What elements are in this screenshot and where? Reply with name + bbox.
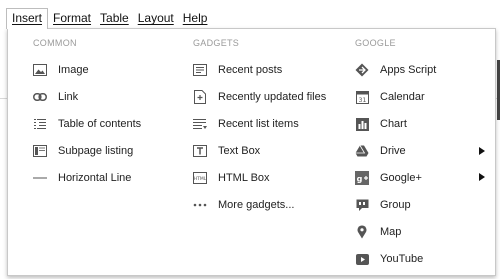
insert-html-box-item[interactable]: HTML HTML Box xyxy=(193,168,270,188)
drive-icon xyxy=(355,144,369,158)
insert-recently-updated-files-label: Recently updated files xyxy=(218,91,327,103)
recent-list-items-icon xyxy=(193,117,207,131)
menu-layout[interactable]: Layout xyxy=(134,9,178,27)
more-gadgets-label: More gadgets... xyxy=(218,199,295,211)
svg-text:g: g xyxy=(357,175,363,184)
calendar-icon: 31 xyxy=(355,90,369,104)
insert-recent-list-items-item[interactable]: Recent list items xyxy=(193,114,299,134)
insert-group-label: Group xyxy=(380,199,411,211)
google-plus-icon: g xyxy=(355,171,369,185)
recent-posts-icon xyxy=(193,63,207,77)
insert-apps-script-label: Apps Script xyxy=(380,64,437,76)
recently-updated-files-icon xyxy=(193,90,207,104)
more-gadgets-item[interactable]: More gadgets... xyxy=(193,195,294,215)
insert-map-label: Map xyxy=(380,226,402,238)
horizontal-line-icon xyxy=(33,171,47,185)
google-plus-submenu-arrow-icon xyxy=(479,173,485,181)
common-header: COMMON xyxy=(33,38,77,48)
insert-recent-list-items-label: Recent list items xyxy=(218,118,299,130)
svg-text:HTML: HTML xyxy=(194,176,207,182)
insert-image-item[interactable]: Image xyxy=(33,60,89,80)
text-box-icon xyxy=(193,144,207,158)
table-of-contents-icon xyxy=(33,117,47,131)
insert-calendar-label: Calendar xyxy=(380,91,425,103)
menu-bar: Insert Format Table Layout Help xyxy=(6,7,212,29)
insert-table-of-contents-label: Table of contents xyxy=(58,118,142,130)
insert-html-box-label: HTML Box xyxy=(218,172,270,184)
subpage-listing-icon xyxy=(33,144,47,158)
menu-insert[interactable]: Insert xyxy=(6,7,49,29)
insert-chart-label: Chart xyxy=(380,118,407,130)
html-box-icon: HTML xyxy=(193,171,207,185)
insert-google-plus-label: Google+ xyxy=(380,172,422,184)
menu-format[interactable]: Format xyxy=(49,9,95,27)
chart-icon xyxy=(355,117,369,131)
insert-drive-item[interactable]: Drive xyxy=(355,141,406,161)
insert-apps-script-item[interactable]: Apps Script xyxy=(355,60,436,80)
insert-drive-label: Drive xyxy=(380,145,406,157)
youtube-icon xyxy=(355,252,369,266)
group-icon xyxy=(355,198,369,212)
insert-text-box-label: Text Box xyxy=(218,145,261,157)
svg-text:31: 31 xyxy=(358,97,366,104)
insert-recent-posts-label: Recent posts xyxy=(218,64,283,76)
map-icon xyxy=(355,225,369,239)
insert-link-label: Link xyxy=(58,91,79,103)
insert-horizontal-line-item[interactable]: Horizontal Line xyxy=(33,168,131,188)
link-icon xyxy=(33,90,47,104)
more-gadgets-icon xyxy=(193,198,207,212)
insert-text-box-item[interactable]: Text Box xyxy=(193,141,260,161)
insert-dropdown-menu: COMMON Image Link Table of contents Subp… xyxy=(7,28,496,276)
insert-image-label: Image xyxy=(58,64,89,76)
insert-table-of-contents-item[interactable]: Table of contents xyxy=(33,114,141,134)
insert-link-item[interactable]: Link xyxy=(33,87,78,107)
menu-help[interactable]: Help xyxy=(179,9,212,27)
google-header: GOOGLE xyxy=(355,38,396,48)
image-icon xyxy=(33,63,47,77)
insert-map-item[interactable]: Map xyxy=(355,222,401,242)
insert-horizontal-line-label: Horizontal Line xyxy=(58,172,132,184)
insert-recently-updated-files-item[interactable]: Recently updated files xyxy=(193,87,326,107)
insert-calendar-item[interactable]: 31 Calendar xyxy=(355,87,425,107)
insert-youtube-item[interactable]: YouTube xyxy=(355,249,423,269)
insert-recent-posts-item[interactable]: Recent posts xyxy=(193,60,282,80)
drive-submenu-arrow-icon xyxy=(479,147,485,155)
insert-google-plus-item[interactable]: g Google+ xyxy=(355,168,422,188)
insert-subpage-listing-label: Subpage listing xyxy=(58,145,134,157)
insert-youtube-label: YouTube xyxy=(380,253,424,265)
apps-script-icon xyxy=(355,63,369,77)
insert-group-item[interactable]: Group xyxy=(355,195,411,215)
insert-subpage-listing-item[interactable]: Subpage listing xyxy=(33,141,133,161)
insert-chart-item[interactable]: Chart xyxy=(355,114,407,134)
gadgets-header: GADGETS xyxy=(193,38,240,48)
menu-table[interactable]: Table xyxy=(96,9,133,27)
